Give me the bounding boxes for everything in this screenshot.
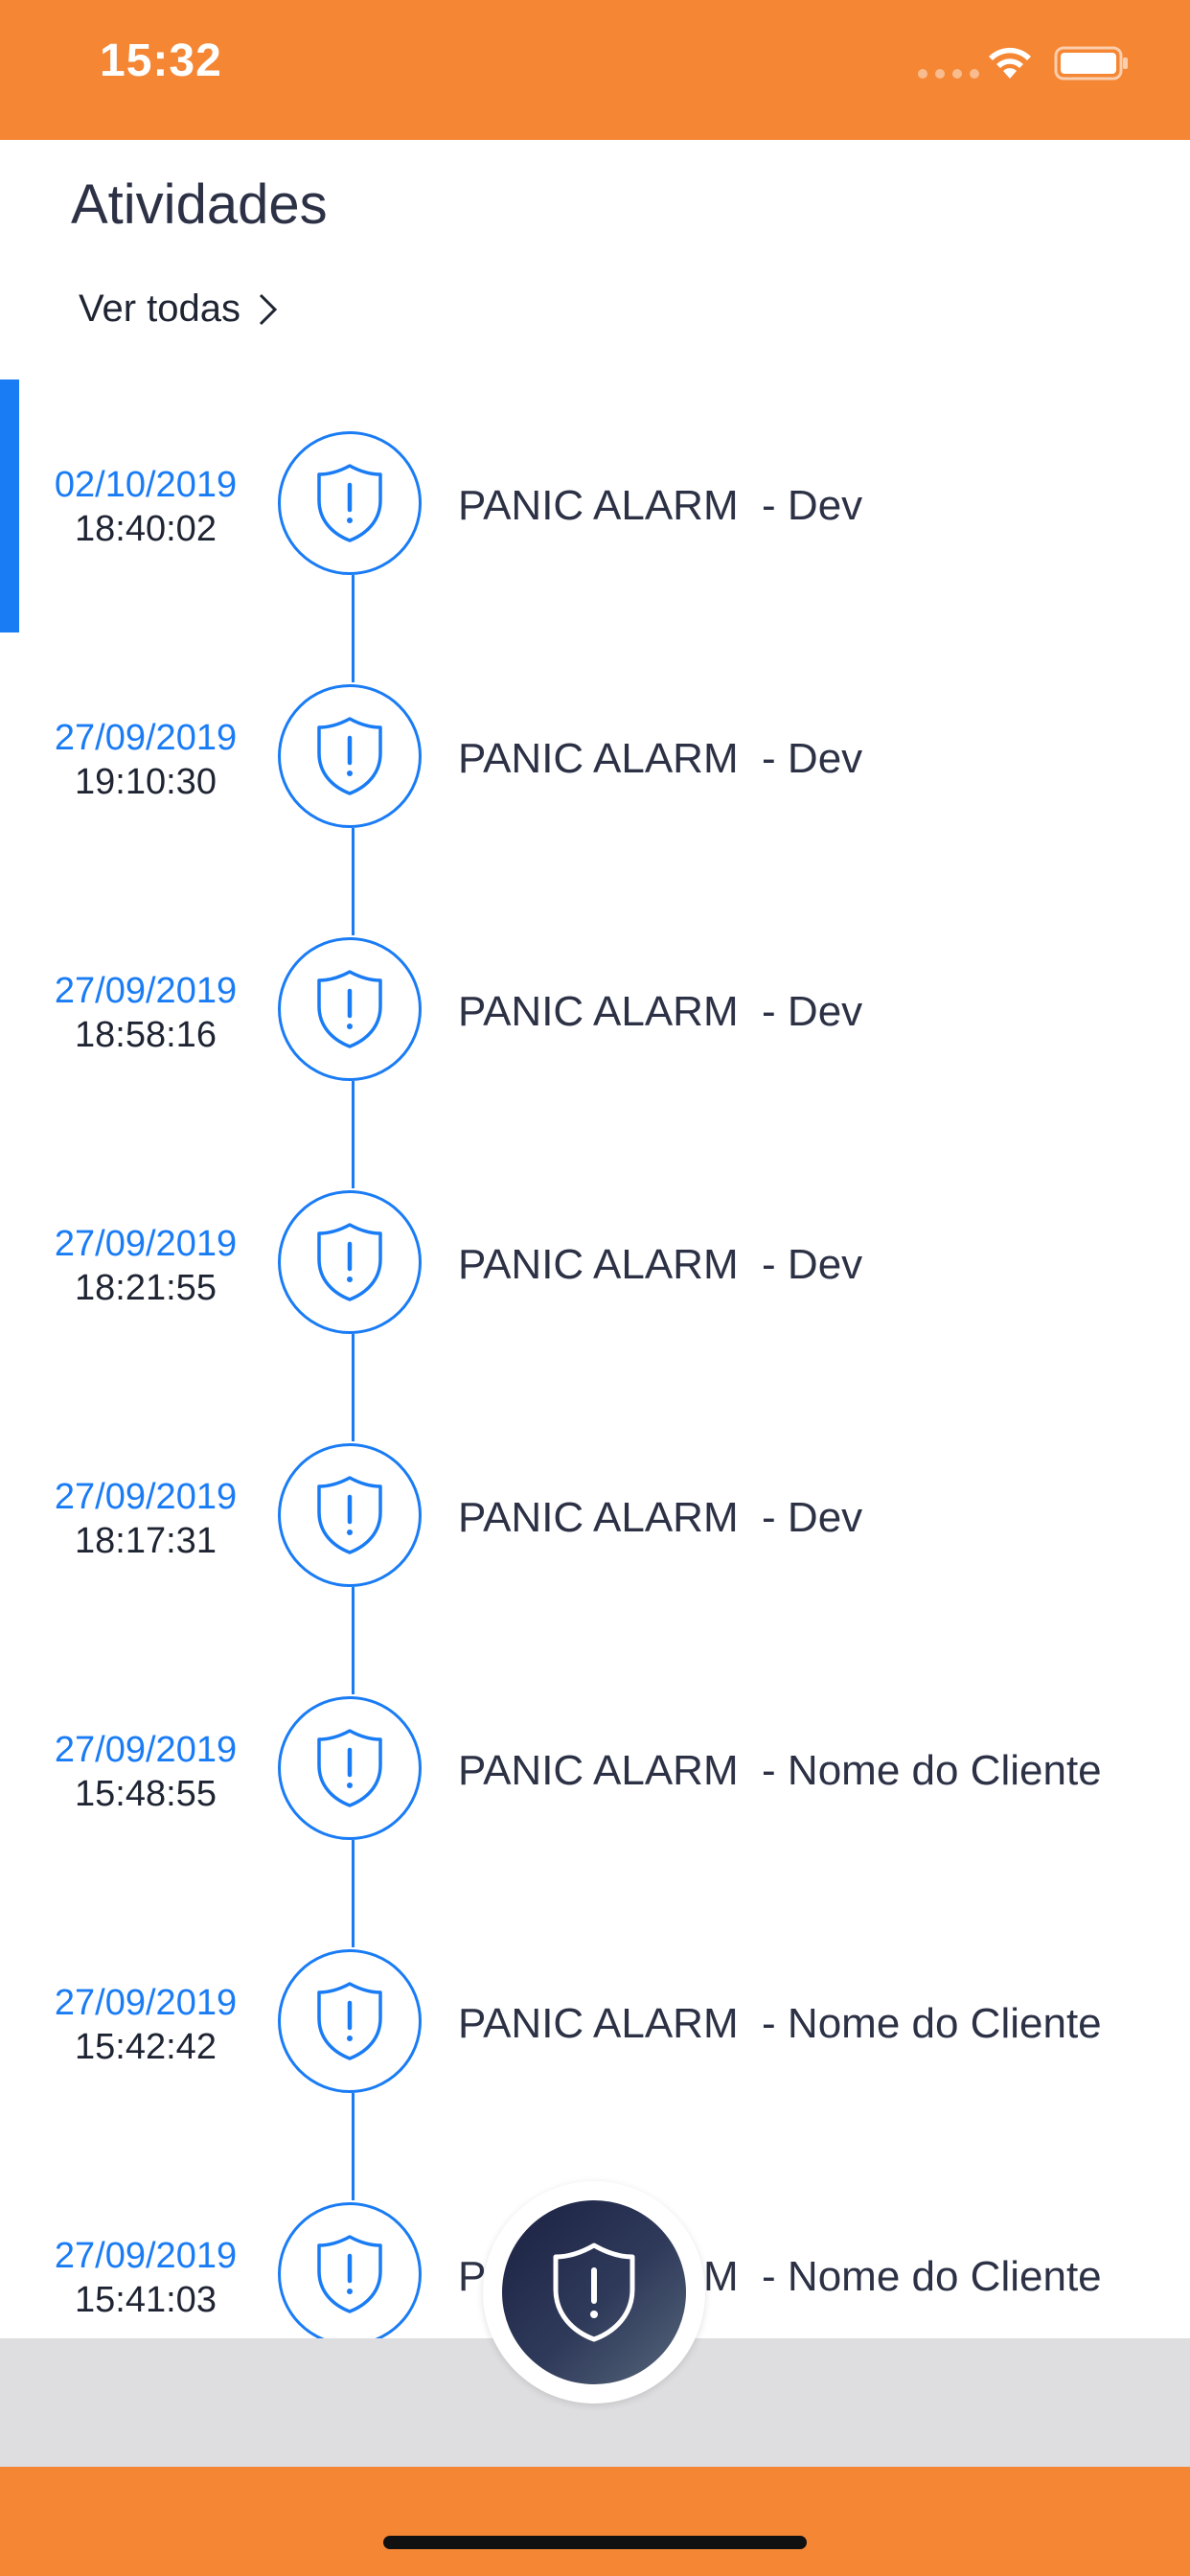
chevron-right-icon [259,293,278,325]
activity-date: 27/09/2019 [54,2236,238,2276]
activity-title: PANIC ALARM - Dev [458,735,863,782]
activity-icon-circle [278,1696,422,1840]
shield-alert-icon [317,1729,382,1807]
activity-time: 15:41:03 [75,2280,217,2320]
see-all-label: Ver todas [79,288,241,330]
activity-timeline[interactable]: Atividades Ver todas 02/10/2019 18:40:02 P… [0,0,1190,2338]
shield-alert-icon [553,2242,635,2342]
activity-icon-circle [278,1190,422,1334]
activity-date: 27/09/2019 [54,971,238,1011]
activity-row[interactable]: 27/09/2019 19:10:30 PANIC ALARM - Dev [0,632,1190,935]
activity-title: PANIC ALARM - Dev [458,988,863,1035]
activity-row[interactable]: 27/09/2019 18:58:16 PANIC ALARM - Dev [0,886,1190,1188]
activity-time: 19:10:30 [75,762,217,802]
activity-row[interactable]: 27/09/2019 15:48:55 PANIC ALARM - Nome do … [0,1644,1190,1947]
activity-icon-circle [278,1443,422,1587]
activity-title: PANIC ALARM - Nome do Cliente [458,1747,1102,1794]
activity-title: PANIC ALARM - Dev [458,482,863,529]
activity-row[interactable]: 27/09/2019 15:42:42 PANIC ALARM - Nome do … [0,1898,1190,2200]
activity-time: 18:58:16 [75,1015,217,1055]
activity-title: PANIC ALARM - Dev [458,1241,863,1288]
shield-alert-icon [317,970,382,1048]
activity-date: 27/09/2019 [54,1477,238,1517]
activity-icon-circle [278,431,422,575]
shield-alert-icon [317,1982,382,2060]
shield-alert-icon [317,464,382,542]
activity-title: PANIC ALARM - Nome do Cliente [458,2000,1102,2047]
activity-icon-circle [278,2202,422,2338]
shield-alert-icon [317,2235,382,2313]
activity-icon-circle [278,937,422,1081]
activity-date: 02/10/2019 [54,465,238,505]
activity-title: PANIC ALARM - Dev [458,1494,863,1541]
activity-row[interactable]: 02/10/2019 18:40:02 PANIC ALARM - Dev [0,380,1190,682]
activity-date: 27/09/2019 [54,1983,238,2023]
activity-icon-circle [278,1949,422,2093]
activity-row[interactable]: 27/09/2019 18:17:31 PANIC ALARM - Dev [0,1392,1190,1694]
shield-alert-icon [317,1223,382,1301]
activity-date: 27/09/2019 [54,1224,238,1264]
activity-time: 18:21:55 [75,1268,217,1308]
activity-icon-circle [278,684,422,828]
bottom-bar [0,2467,1190,2576]
activity-time: 18:17:31 [75,1521,217,1561]
activity-date: 27/09/2019 [54,718,238,758]
page-title: Atividades [71,173,328,236]
panic-button[interactable] [502,2200,686,2384]
activity-time: 15:42:42 [75,2027,217,2067]
activity-time: 15:48:55 [75,1774,217,1814]
activity-row[interactable]: 27/09/2019 18:21:55 PANIC ALARM - Dev [0,1138,1190,1441]
activity-date: 27/09/2019 [54,1730,238,1770]
shield-alert-icon [317,717,382,795]
shield-alert-icon [317,1476,382,1554]
home-indicator [383,2536,807,2549]
activity-time: 18:40:02 [75,509,217,549]
see-all-link[interactable]: Ver todas [79,288,279,331]
